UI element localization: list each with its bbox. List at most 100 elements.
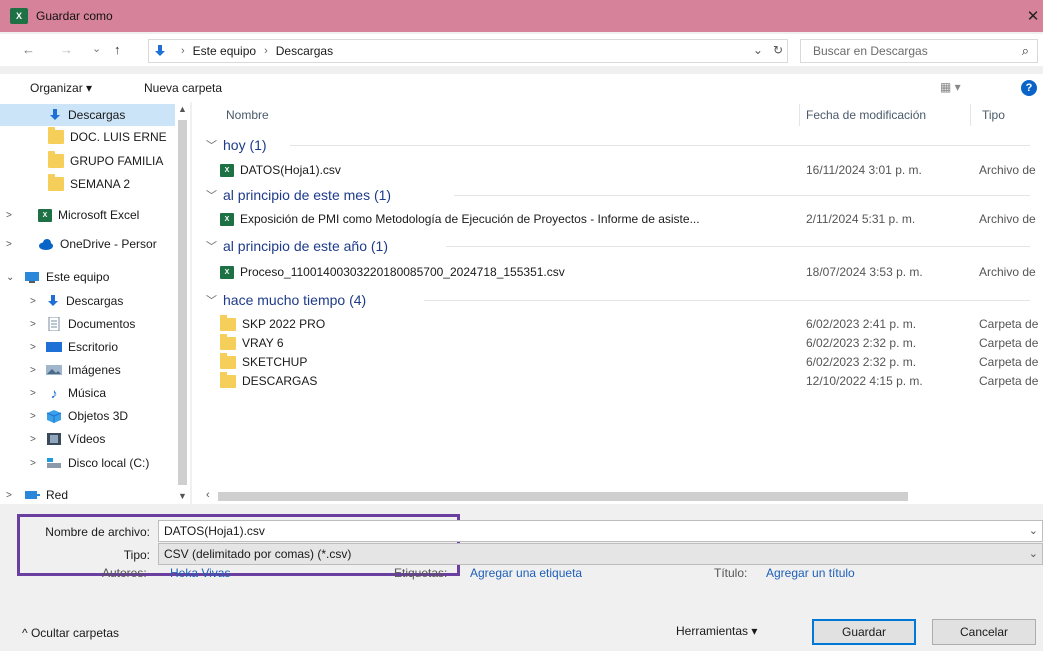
address-dropdown-icon[interactable]: ⌄ [753, 43, 763, 57]
chevron-down-icon[interactable]: ﹀ [206, 238, 217, 254]
sidebar-scroll-thumb[interactable] [178, 120, 187, 485]
table-row[interactable]: X Proceso_11001400303220180085700_2024718… [192, 262, 1043, 282]
sidebar-item-documentos[interactable]: > Documentos [0, 313, 175, 335]
sidebar-item-imagenes[interactable]: > Imágenes [0, 359, 175, 381]
sidebar-item-red[interactable]: > Red [0, 484, 175, 506]
view-options-icon[interactable]: ▦ ▾ [940, 80, 961, 94]
table-row[interactable]: X DATOS(Hoja1).csv 16/11/2024 3:01 p. m. … [192, 160, 1043, 180]
table-row[interactable]: SKP 2022 PRO 6/02/2023 2:41 p. m. Carpet… [192, 314, 1043, 334]
sidebar-item-disco-local[interactable]: > Disco local (C:) [0, 452, 175, 474]
sidebar-item-grupo-familia[interactable]: GRUPO FAMILIA [0, 150, 175, 172]
sidebar-item-label: Este equipo [46, 270, 110, 284]
download-arrow-icon [50, 109, 60, 120]
sidebar-item-escritorio[interactable]: > Escritorio [0, 336, 175, 358]
help-icon[interactable]: ? [1021, 80, 1037, 96]
cancel-button[interactable]: Cancelar [932, 619, 1036, 645]
file-name-cell[interactable]: X DATOS(Hoja1).csv [220, 163, 341, 177]
chevron-down-icon[interactable]: ﹀ [206, 187, 217, 203]
hide-folders-button[interactable]: ^ Ocultar carpetas [22, 626, 119, 640]
table-row[interactable]: VRAY 6 6/02/2023 2:32 p. m. Carpeta de [192, 333, 1043, 353]
chevron-right-icon[interactable]: > [30, 296, 36, 307]
file-name-cell[interactable]: DESCARGAS [220, 371, 318, 388]
new-folder-button[interactable]: Nueva carpeta [144, 81, 222, 95]
horizontal-scrollbar[interactable]: ‹ [192, 488, 1043, 504]
chevron-right-icon[interactable]: > [30, 411, 36, 422]
sidebar-item-descargas[interactable]: > Descargas [0, 290, 175, 312]
chevron-right-icon[interactable]: > [30, 365, 36, 376]
file-name: VRAY 6 [242, 336, 284, 350]
sidebar-item-doc-luis[interactable]: DOC. LUIS ERNE [0, 126, 175, 148]
group-label: hace mucho tiempo (4) [223, 292, 367, 308]
scroll-up-icon[interactable]: ▲ [178, 104, 187, 114]
sidebar-item-este-equipo[interactable]: ⌄ Este equipo [0, 266, 175, 288]
scroll-down-icon[interactable]: ▼ [178, 491, 187, 501]
column-header-date[interactable]: Fecha de modificación [806, 102, 926, 128]
table-row[interactable]: X Exposición de PMI como Metodología de E… [192, 209, 1043, 229]
forward-arrow-icon[interactable]: → [60, 42, 73, 57]
refresh-icon[interactable]: ↻ [773, 43, 783, 57]
title-link[interactable]: Agregar un título [766, 566, 855, 580]
table-row[interactable]: SKETCHUP 6/02/2023 2:32 p. m. Carpeta de [192, 352, 1043, 372]
sidebar-item-semana-2[interactable]: SEMANA 2 [0, 173, 175, 195]
search-icon[interactable]: ⌕ [1022, 43, 1029, 59]
chevron-right-icon[interactable]: > [30, 319, 36, 330]
search-input[interactable]: Buscar en Descargas ⌕ [800, 39, 1038, 63]
authors-value[interactable]: Heka Vivas [170, 566, 230, 580]
file-name-cell[interactable]: X Exposición de PMI como Metodología de E… [220, 212, 700, 226]
chevron-right-icon[interactable]: > [6, 239, 12, 250]
sidebar-scrollbar[interactable]: ▲ ▼ [175, 102, 190, 504]
horizontal-scroll-thumb[interactable] [218, 492, 908, 501]
chevron-down-icon[interactable]: ⌄ [6, 272, 14, 283]
group-label: hoy (1) [223, 137, 267, 153]
chevron-right-icon[interactable]: > [30, 388, 36, 399]
breadcrumb-descargas[interactable]: Descargas [276, 44, 333, 58]
organize-menu-button[interactable]: Organizar ▾ [30, 81, 92, 95]
table-row[interactable]: DESCARGAS 12/10/2022 4:15 p. m. Carpeta … [192, 371, 1043, 391]
tags-link[interactable]: Agregar una etiqueta [470, 566, 582, 580]
chevron-down-icon[interactable]: ﹀ [206, 292, 217, 308]
file-name-cell[interactable]: X Proceso_11001400303220180085700_2024718… [220, 265, 565, 279]
address-bar[interactable]: › Este equipo › Descargas ⌄ ↻ [148, 39, 788, 63]
column-header-type[interactable]: Tipo [982, 102, 1005, 128]
download-arrow-icon [155, 45, 165, 56]
column-divider[interactable] [970, 104, 971, 126]
up-arrow-icon[interactable]: ↑ [114, 42, 121, 57]
chevron-right-icon[interactable]: > [30, 434, 36, 445]
chevron-down-icon[interactable]: ⌄ [1029, 524, 1038, 537]
scroll-left-icon[interactable]: ‹ [206, 489, 210, 501]
breadcrumb-este-equipo[interactable]: Este equipo [193, 44, 256, 58]
sidebar-item-musica[interactable]: > ♪ Música [0, 382, 175, 404]
column-divider[interactable] [799, 104, 800, 126]
back-arrow-icon[interactable]: ← [22, 42, 35, 57]
chevron-down-icon[interactable]: ⌄ [1029, 547, 1038, 560]
group-header[interactable]: ﹀ hoy (1) [206, 134, 267, 156]
network-icon [25, 491, 40, 499]
column-header-name[interactable]: Nombre [226, 102, 269, 128]
sidebar-item-label: Música [68, 386, 107, 400]
save-button[interactable]: Guardar [812, 619, 916, 645]
file-name-cell[interactable]: SKP 2022 PRO [220, 314, 325, 331]
chevron-right-icon[interactable]: > [6, 490, 12, 501]
sidebar-item-objetos-3d[interactable]: > Objetos 3D [0, 405, 175, 427]
filename-input[interactable]: DATOS(Hoja1).csv ⌄ [158, 520, 1043, 542]
chevron-right-icon[interactable]: > [30, 342, 36, 353]
recent-locations-icon[interactable]: ⌄ [92, 42, 101, 55]
sidebar-item-microsoft-excel[interactable]: > X Microsoft Excel [0, 204, 175, 226]
group-header[interactable]: ﹀ al principio de este año (1) [206, 235, 388, 257]
file-name-cell[interactable]: SKETCHUP [220, 352, 307, 369]
sidebar-item-descargas-quick[interactable]: Descargas [0, 104, 175, 126]
sidebar-item-onedrive[interactable]: > OneDrive - Persor [0, 233, 175, 255]
type-cell: Carpeta de [979, 355, 1039, 369]
chevron-down-icon[interactable]: ﹀ [206, 137, 217, 153]
sidebar-item-videos[interactable]: > Vídeos [0, 428, 175, 450]
group-header[interactable]: ﹀ hace mucho tiempo (4) [206, 289, 366, 311]
group-header[interactable]: ﹀ al principio de este mes (1) [206, 184, 391, 206]
file-name: DESCARGAS [242, 374, 318, 388]
close-icon[interactable]: ✕ [1023, 0, 1043, 32]
file-name-cell[interactable]: VRAY 6 [220, 333, 284, 350]
tools-menu-button[interactable]: Herramientas ▾ [676, 624, 757, 638]
chevron-right-icon[interactable]: > [30, 458, 36, 469]
type-cell: Carpeta de [979, 374, 1039, 388]
chevron-right-icon[interactable]: > [6, 210, 12, 221]
file-type-select[interactable]: CSV (delimitado por comas) (*.csv) ⌄ [158, 543, 1043, 565]
